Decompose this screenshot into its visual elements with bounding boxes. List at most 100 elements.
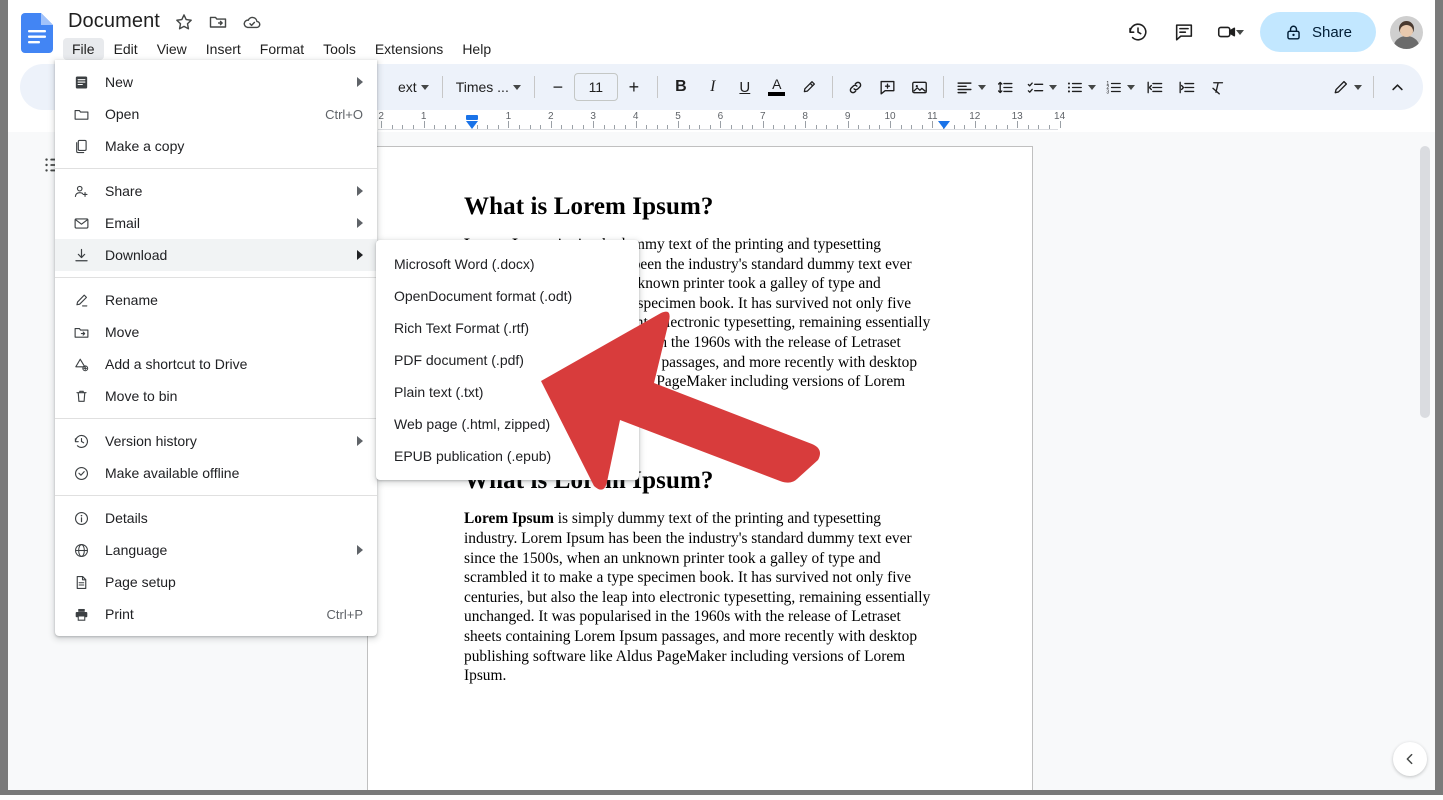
ruler-tick-minor [815,125,817,129]
file-menu-item-make-a-copy[interactable]: Make a copy [55,130,377,162]
file-menu-item-language[interactable]: Language [55,534,377,566]
insert-link-button[interactable] [840,71,872,103]
file-menu-item-label: Email [105,215,141,231]
align-button[interactable] [951,71,990,103]
file-menu-item-open[interactable]: Open Ctrl+O [55,98,377,130]
bold-button[interactable]: B [665,71,697,103]
paragraph-style-dropdown[interactable]: ext [392,71,435,103]
cloud-saved-icon[interactable] [242,12,262,32]
menu-file[interactable]: File [63,38,104,60]
line-spacing-button[interactable] [990,71,1022,103]
first-line-indent-marker[interactable] [466,115,478,120]
file-menu-item-make-available-offline[interactable]: Make available offline [55,457,377,489]
ruler-tick-major [1059,121,1061,128]
collapse-toolbar-button[interactable] [1381,71,1413,103]
ruler-tick-major [508,121,510,128]
ruler-tick-minor [964,125,966,129]
menu-edit[interactable]: Edit [105,38,147,60]
font-size-input[interactable] [573,73,618,101]
download-option-plain-text-txt[interactable]: Plain text (.txt) [376,376,639,408]
insert-image-button[interactable] [904,71,936,103]
increase-indent-button[interactable] [1171,71,1203,103]
menu-divider [55,418,377,419]
add-comment-button[interactable] [872,71,904,103]
numbered-list-button[interactable]: 123 [1100,71,1139,103]
section-paragraph: Lorem Ipsum is simply dummy text of the … [464,509,936,685]
file-menu-item-new[interactable]: New [55,66,377,98]
menu-insert[interactable]: Insert [197,38,250,60]
download-option-rich-text-format-rtf[interactable]: Rich Text Format (.rtf) [376,312,639,344]
move-to-folder-icon[interactable] [208,12,228,32]
share-button[interactable]: Share [1259,12,1376,52]
ruler-tick-label: 13 [1011,111,1023,122]
bold-label: B [675,78,687,95]
chevron-down-icon [977,84,986,90]
menu-view[interactable]: View [148,38,196,60]
text-color-button[interactable]: A [761,71,793,103]
ruler-tick-minor [784,125,785,129]
underline-button[interactable]: U [729,71,761,103]
increase-font-size-button[interactable]: + [618,71,650,103]
star-icon[interactable] [174,12,194,32]
video-call-icon[interactable] [1210,12,1250,52]
file-menu-item-page-setup[interactable]: Page setup [55,566,377,598]
file-menu-item-share[interactable]: Share [55,175,377,207]
horizontal-ruler[interactable]: 2 1 1 2 3 4 5 6 7 8 9 10 11 12 13 14 [378,111,1065,132]
avatar[interactable] [1390,15,1423,49]
file-menu-item-rename[interactable]: Rename [55,284,377,316]
browser-window-edge-right [1435,0,1443,795]
page-title[interactable]: Document [68,10,160,33]
file-menu-item-print[interactable]: Print Ctrl+P [55,598,377,630]
menu-format[interactable]: Format [251,38,313,60]
ruler-tick-minor [402,125,404,129]
file-menu-item-move[interactable]: Move [55,316,377,348]
ruler-tick-minor [688,125,690,129]
decrease-font-size-button[interactable]: − [542,71,574,103]
decrease-indent-button[interactable] [1139,71,1171,103]
download-option-web-page-html-zipped[interactable]: Web page (.html, zipped) [376,408,639,440]
editing-mode-button[interactable] [1327,71,1366,103]
file-menu-item-email[interactable]: Email [55,207,377,239]
checklist-button[interactable] [1022,71,1061,103]
vertical-scrollbar[interactable] [1420,146,1430,776]
ruler-tick-minor [667,125,669,129]
menu-extensions[interactable]: Extensions [366,38,452,60]
comment-history-icon[interactable] [1164,12,1204,52]
download-option-epub-publication-epub[interactable]: EPUB publication (.epub) [376,440,639,472]
browser-window-edge-left [0,0,8,795]
download-option-microsoft-word-docx[interactable]: Microsoft Word (.docx) [376,248,639,280]
increase-font-size-label: + [628,76,640,97]
highlight-color-button[interactable] [793,71,825,103]
file-menu-item-download[interactable]: Download [55,239,377,271]
ruler-tick-minor [625,125,626,129]
bulleted-list-button[interactable] [1061,71,1100,103]
globe-icon [71,540,91,560]
left-indent-marker[interactable] [466,121,478,129]
ruler-tick-minor [529,125,531,129]
file-menu-item-version-history[interactable]: Version history [55,425,377,457]
scrollbar-thumb[interactable] [1420,146,1430,418]
file-menu-item-label: Version history [105,433,197,449]
version-history-icon[interactable] [1118,12,1158,52]
ruler-tick-minor [921,125,923,129]
ruler-tick-minor [953,125,955,129]
file-menu-item-move-to-bin[interactable]: Move to bin [55,380,377,412]
download-option-pdf-document-pdf[interactable]: PDF document (.pdf) [376,344,639,376]
clear-formatting-button[interactable] [1203,71,1235,103]
menu-tools[interactable]: Tools [314,38,365,60]
file-menu-item-add-a-shortcut-to-drive[interactable]: Add a shortcut to Drive [55,348,377,380]
file-menu-item-label: Open [105,106,140,122]
italic-button[interactable]: I [697,71,729,103]
download-option-opendocument-format-odt[interactable]: OpenDocument format (.odt) [376,280,639,312]
ruler-tick-minor [1038,125,1040,129]
font-family-dropdown[interactable]: Times ... [450,71,527,103]
ruler-tick-major [550,121,552,128]
ruler-tick-minor [519,125,520,129]
right-indent-marker[interactable] [938,121,950,129]
file-menu-item-details[interactable]: Details [55,502,377,534]
file-menu-dropdown[interactable]: New Open Ctrl+O Make a copy Share Email Downlo… [55,60,377,636]
download-submenu[interactable]: Microsoft Word (.docx) OpenDocument forma… [376,240,639,480]
collapse-panel-button[interactable] [1393,742,1427,776]
ruler-tick-minor [444,125,446,129]
menu-help[interactable]: Help [453,38,500,60]
